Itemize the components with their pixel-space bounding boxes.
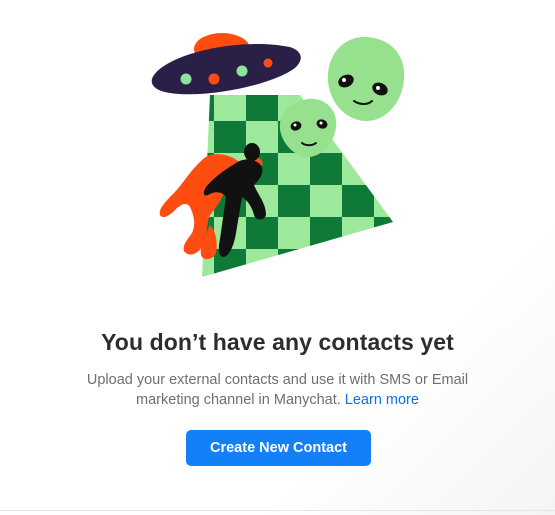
learn-more-link[interactable]: Learn more — [345, 392, 419, 408]
create-new-contact-button[interactable]: Create New Contact — [186, 430, 371, 466]
ufo — [151, 33, 301, 95]
bottom-divider — [0, 510, 555, 511]
empty-state-panel: You don’t have any contacts yet Upload y… — [0, 0, 555, 515]
empty-state-description: Upload your external contacts and use it… — [70, 370, 485, 410]
alien-abduction-illustration-svg — [151, 33, 405, 277]
alien-abduction-illustration — [150, 25, 410, 285]
empty-state-title: You don’t have any contacts yet — [101, 329, 454, 355]
large-alien — [327, 37, 405, 121]
